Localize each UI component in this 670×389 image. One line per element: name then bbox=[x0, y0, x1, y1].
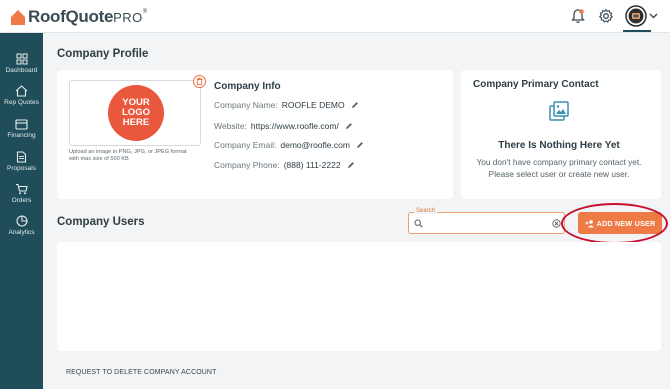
logo-placeholder: YOUR LOGO HERE bbox=[108, 85, 164, 141]
empty-state-text: You don't have company primary contact y… bbox=[476, 157, 642, 179]
edit-pencil-icon[interactable] bbox=[345, 122, 353, 130]
settings-gear-icon[interactable] bbox=[597, 7, 615, 25]
company-info-title: Company Info bbox=[214, 81, 281, 92]
email-row: Company Email: demo@roofle.com bbox=[214, 140, 364, 150]
sidebar-item-dashboard[interactable]: Dashboard bbox=[0, 53, 43, 74]
sidebar-item-proposals[interactable]: Proposals bbox=[0, 151, 43, 172]
page-title: Company Profile bbox=[57, 48, 149, 60]
primary-contact-title: Company Primary Contact bbox=[473, 79, 599, 90]
upload-note: Upload an image in PNG, JPG, or JPEG for… bbox=[69, 149, 187, 162]
empty-image-icon bbox=[549, 101, 569, 121]
company-name-value: ROOFLE DEMO bbox=[281, 100, 345, 110]
delete-logo-button[interactable] bbox=[193, 75, 206, 88]
sidebar-item-label: Rep Quotes bbox=[4, 99, 39, 106]
highlight-annotation bbox=[561, 203, 668, 244]
credit-card-icon bbox=[15, 119, 28, 130]
company-users-title: Company Users bbox=[57, 216, 145, 228]
roof-logo-icon bbox=[11, 9, 25, 25]
company-name-label: Company Name: bbox=[214, 100, 278, 110]
logo-placeholder-text: YOUR LOGO HERE bbox=[122, 97, 150, 128]
empty-state-title: There Is Nothing Here Yet bbox=[498, 140, 620, 151]
edit-pencil-icon[interactable] bbox=[356, 141, 364, 149]
user-menu[interactable] bbox=[623, 5, 659, 32]
grid-icon bbox=[16, 53, 27, 65]
sidebar-item-orders[interactable]: Orders bbox=[0, 183, 43, 204]
sidebar-item-label: Proposals bbox=[7, 165, 36, 172]
app-logo[interactable]: RoofQuote PRO ® bbox=[10, 7, 147, 27]
pie-chart-icon bbox=[15, 215, 28, 227]
edit-pencil-icon[interactable] bbox=[347, 161, 355, 169]
phone-label: Company Phone: bbox=[214, 160, 280, 170]
email-label: Company Email: bbox=[214, 140, 277, 150]
clear-search-icon[interactable] bbox=[552, 219, 561, 228]
trash-icon bbox=[196, 77, 203, 85]
top-bar: RoofQuote PRO ® bbox=[0, 0, 670, 33]
cart-icon bbox=[16, 183, 28, 195]
delete-account-link[interactable]: REQUEST TO DELETE COMPANY ACCOUNT bbox=[66, 369, 216, 376]
search-icon bbox=[414, 219, 423, 228]
chevron-down-icon bbox=[649, 13, 658, 19]
avatar bbox=[625, 5, 647, 27]
bell-icon[interactable] bbox=[569, 7, 587, 25]
website-row: Website: https://www.roofle.com/ bbox=[214, 121, 353, 131]
email-value: demo@roofle.com bbox=[280, 140, 350, 150]
sidebar: Dashboard Rep Quotes Financing Proposals… bbox=[0, 33, 43, 389]
logo-upload-area[interactable]: YOUR LOGO HERE bbox=[69, 80, 201, 146]
sidebar-item-label: Orders bbox=[11, 197, 32, 204]
website-value: https://www.roofle.com/ bbox=[250, 121, 339, 131]
house-icon bbox=[15, 85, 28, 97]
sidebar-item-financing[interactable]: Financing bbox=[0, 119, 43, 139]
sidebar-item-label: Financing bbox=[7, 132, 36, 139]
edit-pencil-icon[interactable] bbox=[351, 101, 359, 109]
company-name-row: Company Name: ROOFLE DEMO bbox=[214, 100, 359, 110]
users-table bbox=[57, 242, 661, 351]
search-input[interactable] bbox=[427, 216, 547, 230]
phone-row: Company Phone: (888) 111-2222 bbox=[214, 160, 355, 170]
document-icon bbox=[16, 151, 27, 163]
sidebar-item-label: Dashboard bbox=[5, 67, 38, 74]
search-label: Search bbox=[414, 208, 438, 214]
active-underline bbox=[623, 30, 651, 32]
website-label: Website: bbox=[214, 121, 247, 131]
sidebar-item-analytics[interactable]: Analytics bbox=[0, 215, 43, 236]
trademark-symbol: ® bbox=[142, 9, 148, 15]
brand-name: RoofQuote bbox=[28, 7, 114, 26]
phone-value: (888) 111-2222 bbox=[283, 160, 341, 170]
user-search-field[interactable] bbox=[408, 212, 565, 234]
brand-suffix: PRO bbox=[113, 9, 143, 25]
sidebar-item-label: Analytics bbox=[8, 229, 35, 236]
sidebar-item-rep-quotes[interactable]: Rep Quotes bbox=[0, 85, 43, 106]
